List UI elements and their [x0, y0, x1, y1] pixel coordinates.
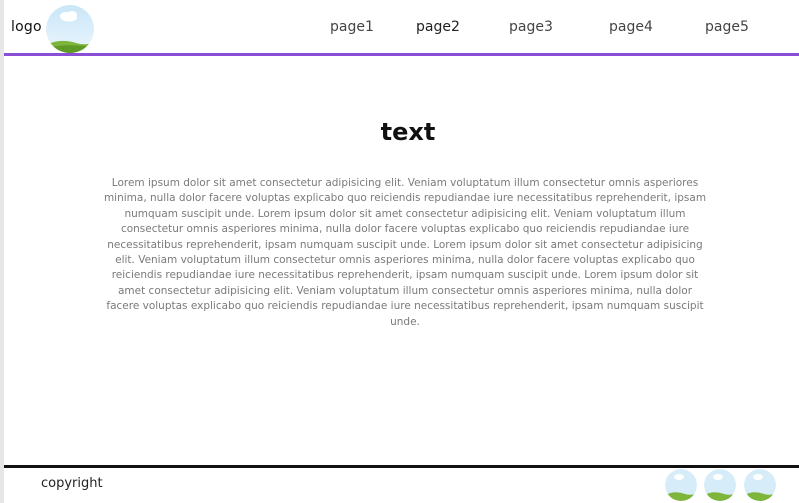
copyright-text: copyright [41, 476, 103, 491]
content-title: text [380, 118, 436, 146]
logo-text[interactable]: logo [11, 19, 42, 35]
nav-link-page5[interactable]: page5 [705, 19, 749, 35]
landscape-image-icon[interactable] [744, 469, 776, 501]
nav-link-page1[interactable]: page1 [330, 19, 374, 35]
logo-image-icon[interactable] [46, 5, 94, 53]
nav-link-page4[interactable]: page4 [609, 19, 653, 35]
page: logo page1 page2 page3 page4 page5 text … [4, 0, 799, 503]
header: logo page1 page2 page3 page4 page5 [4, 0, 799, 56]
landscape-image-icon[interactable] [665, 469, 697, 501]
nav-link-page2[interactable]: page2 [416, 19, 460, 35]
nav-link-page3[interactable]: page3 [509, 19, 553, 35]
landscape-image-icon[interactable] [704, 469, 736, 501]
footer: copyright [4, 465, 799, 503]
content-paragraph: Lorem ipsum dolor sit amet consectetur a… [103, 177, 707, 328]
